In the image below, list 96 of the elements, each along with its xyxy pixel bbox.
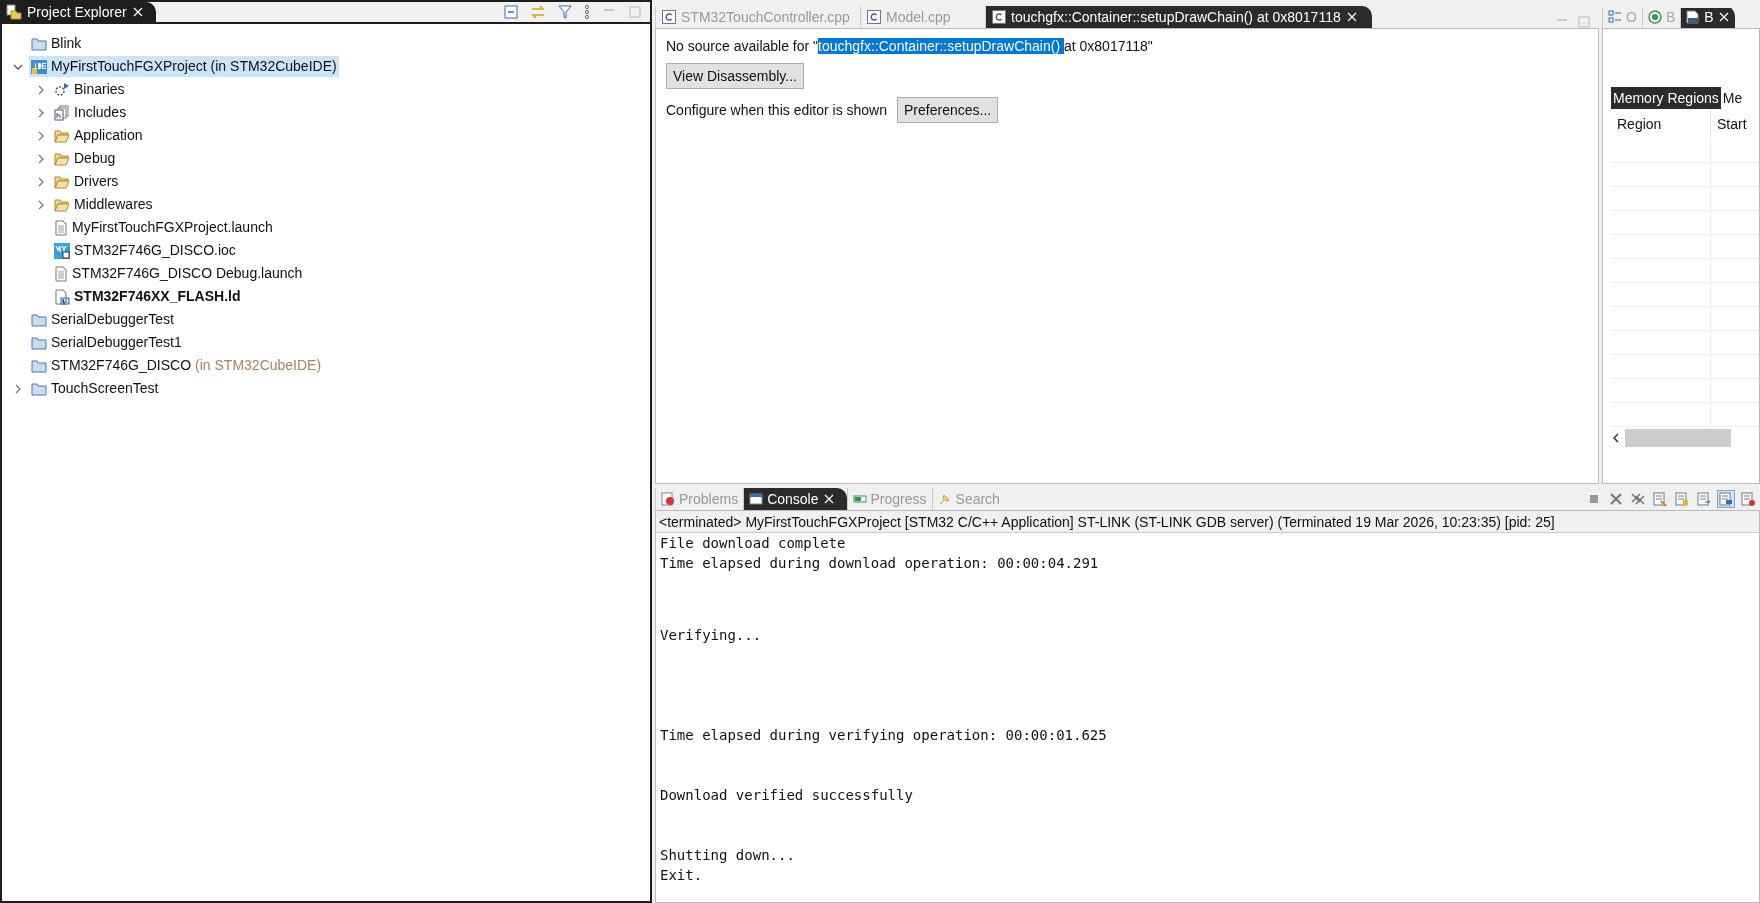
- tree-item-label: STM32F746G_DISCO.ioc: [74, 241, 236, 260]
- outline-icon: [1608, 10, 1622, 24]
- project-folder-icon: [31, 312, 47, 327]
- close-icon[interactable]: [131, 6, 144, 18]
- c-file-icon: [867, 10, 881, 24]
- tree-item-label: Application: [74, 126, 143, 145]
- tree-item[interactable]: MyFirstTouchFGXProject.launch: [52, 217, 275, 238]
- binaries-icon: [54, 81, 70, 98]
- ide-project-icon: [31, 58, 47, 75]
- console-line: Time elapsed during verifying operation: 00:00:01.625: [660, 726, 1107, 745]
- tree-item-label: Blink: [51, 34, 82, 53]
- console-line: Shutting down...: [660, 846, 795, 865]
- console-status: <terminated> MyFirstTouchFGXProject [STM32 C/C++ Application] ST-LINK (ST-LINK GDB server) (Terminated 19 Mar 2026, 10:23:35) [pid: 25]: [656, 511, 1759, 533]
- view-tab[interactable]: B: [1680, 8, 1735, 28]
- tree-item[interactable]: SerialDebuggerTest: [29, 309, 176, 330]
- c-file-icon: [992, 10, 1006, 24]
- panel-tab[interactable]: Project Explorer: [2, 2, 156, 22]
- folder-icon: [54, 151, 70, 166]
- linker-file-icon: [54, 288, 70, 305]
- tree-item[interactable]: Debug: [52, 148, 118, 169]
- file-icon: [54, 265, 68, 282]
- configure-label: Configure when this editor is shown: [666, 100, 887, 120]
- tree-item[interactable]: SerialDebuggerTest1: [29, 332, 184, 353]
- tree-item[interactable]: Includes: [52, 102, 129, 123]
- tree-item-label: Binaries: [74, 80, 125, 99]
- c-file-icon: [662, 10, 676, 24]
- tree-item-label: STM32F746XX_FLASH.ld: [74, 287, 241, 306]
- view-subtab[interactable]: Me: [1720, 87, 1745, 109]
- project-explorer-icon: [6, 4, 22, 20]
- cube-config-icon: [54, 242, 70, 259]
- tree-item-label: MyFirstTouchFGXProject: [51, 57, 207, 76]
- tree-item-suffix: (in STM32CubeIDE): [210, 57, 337, 76]
- console-line: File download complete: [660, 534, 846, 553]
- flashlight-icon: [937, 492, 952, 506]
- binary-file-icon: [1686, 10, 1701, 24]
- tree-item[interactable]: STM32F746G_DISCO.ioc: [52, 240, 238, 261]
- more-options-icon[interactable]: [584, 4, 590, 20]
- word-wrap-icon[interactable]: [1696, 491, 1712, 507]
- tree-item-label: STM32F746G_DISCO: [51, 356, 192, 375]
- clear-console-icon[interactable]: [1652, 491, 1668, 507]
- console-line: Time elapsed during download operation: 00:00:04.291: [660, 554, 1099, 573]
- tree-item-label: STM32F746G_DISCO Debug.launch: [72, 264, 303, 283]
- tree-item[interactable]: TouchScreenTest: [29, 378, 161, 399]
- tree-item[interactable]: STM32F746XX_FLASH.ld: [52, 286, 243, 307]
- scrollbar-thumb[interactable]: [1625, 429, 1731, 447]
- includes-icon: [54, 104, 70, 121]
- folder-icon: [54, 197, 70, 212]
- progress-icon: [852, 492, 867, 506]
- project-folder-icon: [31, 381, 47, 396]
- remove-all-icon[interactable]: [1630, 491, 1646, 507]
- file-icon: [54, 219, 68, 236]
- tree-item-suffix: (in STM32CubeIDE): [195, 356, 322, 375]
- collapse-all-icon[interactable]: [504, 5, 518, 19]
- console-line: Exit.: [660, 866, 703, 885]
- folder-icon: [54, 128, 70, 143]
- view-disassembly-button[interactable]: View Disassembly...: [666, 63, 804, 89]
- target-icon: [1647, 10, 1662, 24]
- tree-item-label: TouchScreenTest: [51, 379, 159, 398]
- view-subtab[interactable]: Memory Regions: [1611, 87, 1721, 109]
- tree-item-label: Middlewares: [74, 195, 153, 214]
- tree-item-label: SerialDebuggerTest: [51, 310, 174, 329]
- tree-item-label: SerialDebuggerTest1: [51, 333, 182, 352]
- tree-item[interactable]: Drivers: [52, 171, 121, 192]
- tree-item[interactable]: STM32F746G_DISCO Debug.launch: [52, 263, 305, 284]
- project-folder-icon: [31, 335, 47, 350]
- no-source-message: No source available for "touchgfx::Container::setupDrawChain() at 0x8017118": [666, 37, 1154, 56]
- tree-item-label: Debug: [74, 149, 116, 168]
- tree-item[interactable]: Blink: [29, 33, 84, 54]
- tree-item-label: Includes: [74, 103, 127, 122]
- column-header[interactable]: Region: [1611, 109, 1711, 139]
- scroll-left-icon[interactable]: [1611, 432, 1621, 444]
- close-icon[interactable]: [1345, 11, 1358, 23]
- tree-item[interactable]: Application: [52, 125, 145, 146]
- tree-item[interactable]: Binaries: [52, 79, 127, 100]
- close-icon[interactable]: [822, 493, 835, 505]
- problems-icon: [661, 492, 675, 506]
- tree-item-label: Drivers: [74, 172, 119, 191]
- tree-item[interactable]: Middlewares: [52, 194, 155, 215]
- tree-item-label: MyFirstTouchFGXProject.launch: [72, 218, 273, 237]
- console-tab[interactable]: Console: [743, 488, 847, 510]
- folder-icon: [54, 174, 70, 189]
- preferences-button[interactable]: Preferences...: [897, 97, 999, 123]
- console-icon: [749, 492, 764, 506]
- close-icon[interactable]: [1717, 11, 1730, 23]
- console-line: Verifying...: [660, 626, 762, 645]
- editor-tab[interactable]: touchgfx::Container::setupDrawChain() at 0x8017118: [985, 6, 1372, 28]
- display-console-icon[interactable]: [1740, 491, 1756, 507]
- project-folder-icon: [31, 36, 47, 51]
- pin-console-icon[interactable]: [1718, 491, 1734, 507]
- filter-icon[interactable]: [558, 4, 572, 20]
- tree-item[interactable]: STM32F746G_DISCO (in STM32CubeIDE): [29, 355, 324, 376]
- remove-icon[interactable]: [1608, 491, 1624, 507]
- project-folder-icon: [31, 358, 47, 373]
- console-line: Download verified successfully: [660, 786, 913, 805]
- tree-item[interactable]: MyFirstTouchFGXProject (in STM32CubeIDE): [29, 56, 339, 77]
- column-header[interactable]: Start: [1711, 109, 1759, 139]
